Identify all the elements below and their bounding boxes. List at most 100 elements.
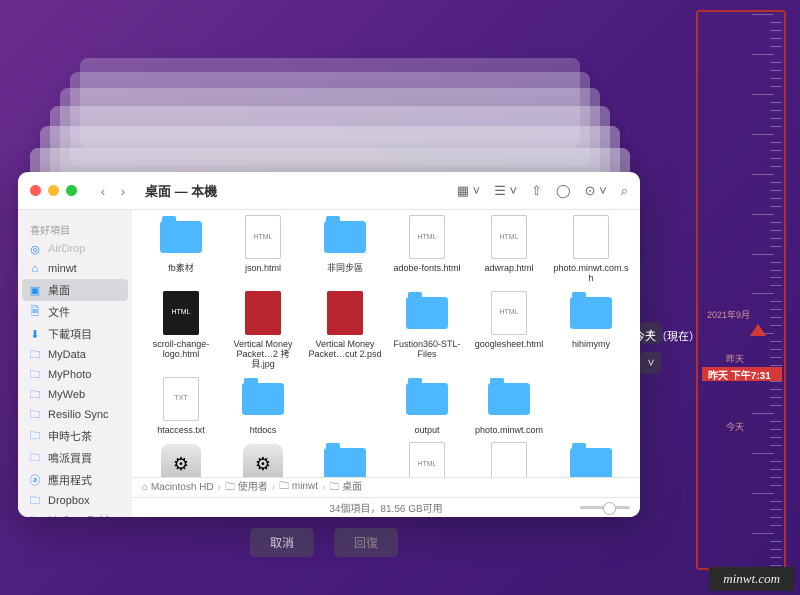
sidebar-label: 應用程式 [48, 472, 92, 488]
view-icons-button[interactable]: ▦ ˅ [457, 183, 481, 199]
sidebar-item[interactable]: 🗀申時七茶 [18, 425, 132, 447]
sidebar-item[interactable]: 🗀鳴派買買 [18, 447, 132, 469]
tl-today: 今天 [726, 420, 744, 433]
file-item[interactable]: utility.css [470, 441, 548, 477]
path-segment[interactable]: 🗀 桌面 [329, 478, 362, 497]
group-button[interactable]: ☰ ˅ [494, 183, 517, 199]
file-item[interactable]: Vertical Money Packet…2 拷貝.jpg [224, 290, 302, 370]
file-icon: HTML [409, 215, 445, 259]
tl-yday: 昨天 [726, 352, 744, 365]
sidebar-item[interactable]: ◎AirDrop [18, 239, 132, 259]
file-icon: HTML [491, 291, 527, 335]
app-icon: ⚙ [243, 444, 283, 477]
search-icon[interactable]: ⌕ [621, 183, 628, 199]
sidebar-icon: ⌂ [28, 262, 42, 276]
sidebar-item[interactable]: 🗀Resilio Sync [18, 405, 132, 425]
forward-button[interactable]: › [115, 183, 131, 199]
share-button[interactable]: ⇧ [531, 183, 542, 199]
file-item[interactable]: ⚙resize-800.app [142, 441, 220, 477]
sidebar-label: MySyncFolder [48, 515, 118, 517]
sidebar-item[interactable]: 🗀Dropbox [18, 491, 132, 511]
close-button[interactable] [30, 185, 41, 196]
watermark: minwt.com [709, 567, 794, 591]
file-name: photo.minwt.com.sh [553, 263, 629, 284]
file-icon: HTML [245, 215, 281, 259]
path-bar: ⌂ Macintosh HD›🗀 使用者›🗀 minwt›🗀 桌面 [132, 477, 640, 497]
sidebar-icon: 🗀 [28, 514, 42, 517]
file-name: adobe-fonts.html [393, 263, 460, 273]
timeline-ruler[interactable]: 2021年9月 昨天 昨天 下午7:31 今天 [696, 10, 786, 570]
file-icon: TXT [163, 377, 199, 421]
file-item[interactable]: Vertical Money Packet…cut 2.psd [306, 290, 384, 370]
sidebar-label: MyWeb [48, 389, 85, 401]
file-name: googlesheet.html [475, 339, 544, 349]
file-item[interactable]: hihimymy [552, 290, 630, 370]
tm-down-button[interactable]: ˅ [640, 352, 662, 374]
file-item[interactable]: HTMLadwrap.html [470, 214, 548, 284]
sidebar-icon: 🗀 [28, 494, 42, 508]
sidebar-item[interactable]: 🗎文件 [18, 301, 132, 323]
tl-selected[interactable]: 昨天 下午7:31 [702, 367, 782, 381]
file-item[interactable]: screenshot [306, 441, 384, 477]
folder-icon [570, 297, 612, 329]
sidebar-label: minwt [48, 263, 77, 275]
sidebar-label: AirDrop [48, 243, 85, 255]
zoom-slider[interactable] [580, 506, 630, 509]
file-item[interactable]: HTML googlesheet.html [470, 290, 548, 370]
restore-button[interactable]: 回復 [334, 528, 398, 557]
file-item[interactable]: HTMLseo-template.html [388, 441, 466, 477]
sidebar-item[interactable]: 🗀MyData [18, 345, 132, 365]
sidebar-item[interactable]: 🗀MyWeb [18, 385, 132, 405]
sidebar-item[interactable]: 🗀MyPhoto [18, 365, 132, 385]
sidebar-item[interactable]: ⬇下載項目 [18, 323, 132, 345]
file-name: Vertical Money Packet…2 拷貝.jpg [225, 339, 301, 370]
file-icon [491, 442, 527, 477]
path-segment[interactable]: 🗀 使用者 [225, 478, 268, 497]
folder-icon [406, 383, 448, 415]
file-name: Vertical Money Packet…cut 2.psd [307, 339, 383, 360]
file-item[interactable]: HTMLscroll-change-logo.html [142, 290, 220, 370]
sidebar-icon: 🗎 [28, 305, 42, 319]
file-item[interactable]: www.minwt.com [552, 441, 630, 477]
file-name: 非同步區 [327, 263, 363, 273]
tag-button[interactable]: ◯ [556, 183, 571, 199]
file-item[interactable]: ⚙resize-1500.app [224, 441, 302, 477]
path-segment[interactable]: 🗀 minwt [279, 479, 318, 496]
sidebar-item[interactable]: ▣桌面 [22, 279, 128, 301]
action-button[interactable]: ⊙ ˅ [585, 183, 607, 199]
file-item[interactable]: TXT htaccess.txt [142, 376, 220, 435]
sidebar-label: 鳴派買買 [48, 450, 92, 466]
sidebar-label: 申時七茶 [48, 428, 92, 444]
folder-icon [570, 448, 612, 477]
file-item[interactable]: fb素材 [142, 214, 220, 284]
file-name: json.html [245, 263, 281, 273]
file-item [306, 376, 384, 435]
file-name: hihimymy [572, 339, 610, 349]
file-item[interactable]: htdocs [224, 376, 302, 435]
minimize-button[interactable] [48, 185, 59, 196]
path-segment[interactable]: ⌂ Macintosh HD [142, 482, 214, 493]
cancel-button[interactable]: 取消 [250, 528, 314, 557]
file-item[interactable]: 非同步區 [306, 214, 384, 284]
sidebar-heading: 喜好項目 [18, 218, 132, 239]
sidebar-label: 桌面 [48, 282, 70, 298]
file-name: fb素材 [168, 263, 194, 273]
file-item[interactable]: output [388, 376, 466, 435]
sidebar-icon: ⓐ [28, 473, 42, 487]
back-button[interactable]: ‹ [95, 183, 111, 199]
file-item[interactable]: photo.minwt.com.sh [552, 214, 630, 284]
file-name: htaccess.txt [157, 425, 205, 435]
sidebar-item[interactable]: 🗀 MySyncFolder [18, 511, 132, 517]
sidebar-icon: 🗀 [28, 408, 42, 422]
app-icon: ⚙ [161, 444, 201, 477]
file-item[interactable]: HTML json.html [224, 214, 302, 284]
file-item[interactable]: Fustion360-STL-Files [388, 290, 466, 370]
folder-icon [242, 383, 284, 415]
file-item[interactable]: photo.minwt.com [470, 376, 548, 435]
file-grid: fb素材 HTML json.html 非同步區 HTML adobe-fonts.htm… [132, 210, 640, 477]
sidebar-item[interactable]: ⓐ 應用程式 [18, 469, 132, 491]
file-item[interactable]: HTML adobe-fonts.html [388, 214, 466, 284]
sidebar-item[interactable]: ⌂ minwt [18, 259, 132, 279]
file-name: scroll-change-logo.html [143, 339, 219, 360]
maximize-button[interactable] [66, 185, 77, 196]
